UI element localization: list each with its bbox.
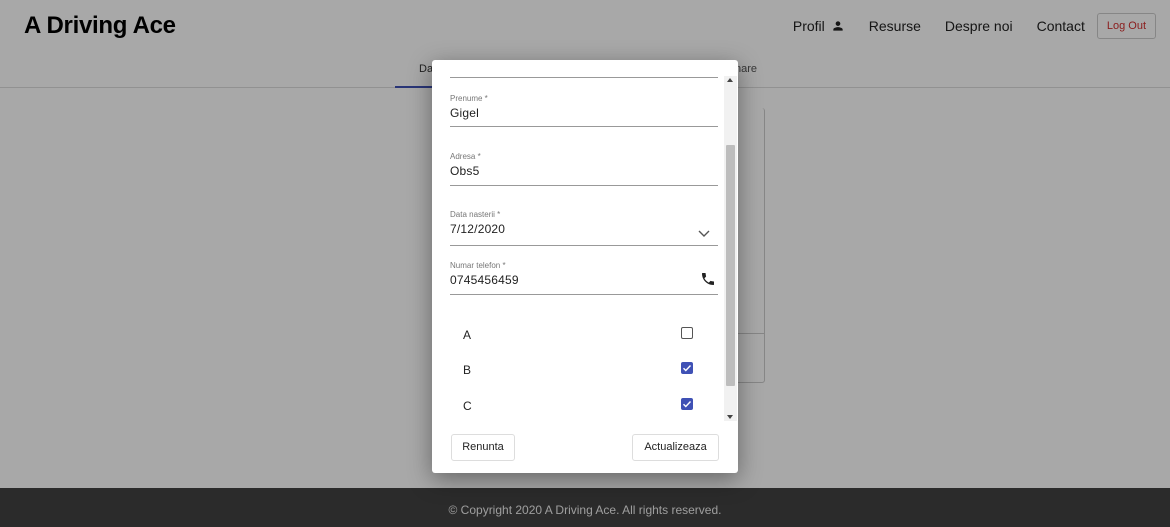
scroll-up-arrow-icon[interactable] [727, 78, 733, 82]
scrollbar-thumb[interactable] [726, 145, 735, 386]
data-nasterii-input[interactable]: 7/12/2020 [450, 222, 718, 236]
edit-profile-dialog: Prenume * Gigel Adresa * Obs5 Data naste… [432, 60, 738, 473]
category-label: B [463, 363, 472, 377]
check-icon [683, 365, 692, 372]
telefon-field[interactable]: Numar telefon * 0745456459 [450, 261, 718, 295]
field-underline [450, 245, 718, 246]
prenume-label: Prenume * [450, 94, 488, 103]
prenume-input[interactable]: Gigel [450, 106, 718, 120]
adresa-field[interactable]: Adresa * Obs5 [450, 152, 718, 186]
category-c-checkbox[interactable] [681, 398, 693, 410]
phone-icon [700, 271, 716, 287]
field-underline [450, 185, 718, 186]
category-label: C [463, 399, 472, 413]
dialog-actions: Renunta Actualizeaza [432, 425, 738, 473]
category-b-checkbox[interactable] [681, 362, 693, 374]
cancel-button[interactable]: Renunta [451, 434, 515, 461]
dialog-scrollbar[interactable] [724, 76, 737, 421]
telefon-input[interactable]: 0745456459 [450, 273, 718, 287]
check-icon [683, 401, 692, 408]
scroll-down-arrow-icon[interactable] [727, 415, 733, 419]
category-row-c: C [463, 396, 693, 416]
field-underline [450, 294, 718, 295]
previous-field-underline [450, 77, 718, 78]
field-underline [450, 126, 718, 127]
prenume-field[interactable]: Prenume * Gigel [450, 94, 718, 128]
category-label: A [463, 328, 472, 342]
data-nasterii-field[interactable]: Data nasterii * 7/12/2020 [450, 210, 718, 246]
category-a-checkbox[interactable] [681, 327, 693, 339]
adresa-input[interactable]: Obs5 [450, 164, 718, 178]
category-row-a: A [463, 325, 693, 345]
dialog-content: Prenume * Gigel Adresa * Obs5 Data naste… [432, 60, 738, 425]
adresa-label: Adresa * [450, 152, 481, 161]
update-button[interactable]: Actualizeaza [632, 434, 719, 461]
telefon-label: Numar telefon * [450, 261, 506, 270]
data-nasterii-label: Data nasterii * [450, 210, 501, 219]
chevron-down-icon[interactable] [698, 225, 710, 237]
category-row-b: B [463, 360, 693, 380]
